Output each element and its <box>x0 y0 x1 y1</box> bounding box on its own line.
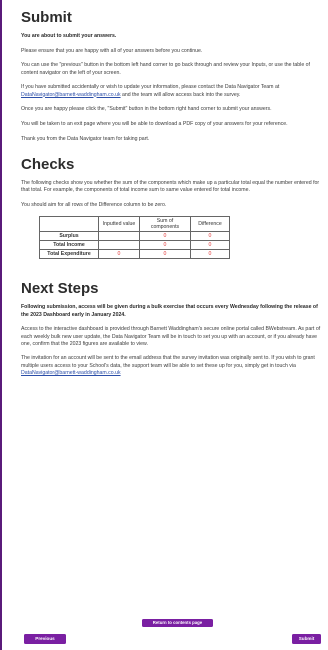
contact-email-link[interactable]: DataNavigator@barnett-waddingham.co.uk <box>21 92 121 98</box>
checks-table: Inputted value Sum of components Differe… <box>39 216 230 260</box>
survey-page: Submit You are about to submit your answ… <box>0 0 328 650</box>
submit-heading: Submit <box>21 9 72 26</box>
inputted-value-cell <box>98 231 140 242</box>
checks-paragraph-2: You should aim for all rows of the Diffe… <box>21 201 167 208</box>
submit-paragraph-5: You will be taken to an exit page where … <box>21 120 288 127</box>
difference-cell: 0 <box>190 231 230 242</box>
submit-paragraph-3: If you have submitted accidentally or wi… <box>21 84 326 98</box>
next-steps-heading: Next Steps <box>21 280 99 298</box>
row-label: Total Expenditure <box>39 249 99 260</box>
previous-button[interactable]: Previous <box>24 634 66 644</box>
table-row: Total Expenditure 0 0 0 <box>39 249 230 260</box>
submit-paragraph-3-text: If you have submitted accidentally or wi… <box>21 84 280 91</box>
submit-button[interactable]: Submit <box>292 634 321 644</box>
submit-paragraph-6: Thank you from the Data Navigator team f… <box>21 135 150 142</box>
checks-paragraph-1: The following checks show you whether th… <box>21 179 320 194</box>
next-steps-paragraph-1: Following submission, access will be giv… <box>21 304 318 318</box>
row-label: Surplus <box>39 231 99 242</box>
submit-paragraph-4: Once you are happy please click the, "Su… <box>21 106 272 113</box>
submit-paragraph-1: Please ensure that you are happy with al… <box>21 47 203 54</box>
next-steps-paragraph-3: The invitation for an account will be se… <box>21 355 326 377</box>
checks-header-inputted: Inputted value <box>98 216 140 233</box>
inputted-value-cell: 0 <box>98 249 140 260</box>
sum-cell: 0 <box>139 240 191 251</box>
table-row: Surplus 0 0 <box>39 231 230 242</box>
submit-paragraph-2: You can use the "previous" button in the… <box>21 62 310 76</box>
checks-header-blank <box>39 216 99 233</box>
checks-table-header-row: Inputted value Sum of components Differe… <box>39 216 230 233</box>
submit-paragraph-3-tail: and the team will allow access back into… <box>120 91 241 98</box>
submit-intro: You are about to submit your answers. <box>21 33 117 39</box>
next-steps-paragraph-3-text: The invitation for an account will be se… <box>21 355 315 369</box>
row-label: Total Income <box>39 240 99 251</box>
checks-heading: Checks <box>21 155 75 173</box>
sum-cell: 0 <box>139 249 191 260</box>
main-content: Submit You are about to submit your answ… <box>21 8 326 385</box>
checks-header-sum: Sum of components <box>139 216 191 233</box>
inputted-value-cell <box>98 240 140 251</box>
return-to-contents-button[interactable]: Return to contents page <box>142 619 213 627</box>
checks-header-difference: Difference <box>190 216 230 233</box>
support-email-link[interactable]: DataNavigator@barnett-waddingham.co.uk <box>21 370 121 376</box>
difference-cell: 0 <box>190 240 230 251</box>
difference-cell: 0 <box>190 249 230 260</box>
sum-cell: 0 <box>139 231 191 242</box>
next-steps-paragraph-2: Access to the interactive dashboard is p… <box>21 326 321 347</box>
table-row: Total Income 0 0 <box>39 240 230 251</box>
